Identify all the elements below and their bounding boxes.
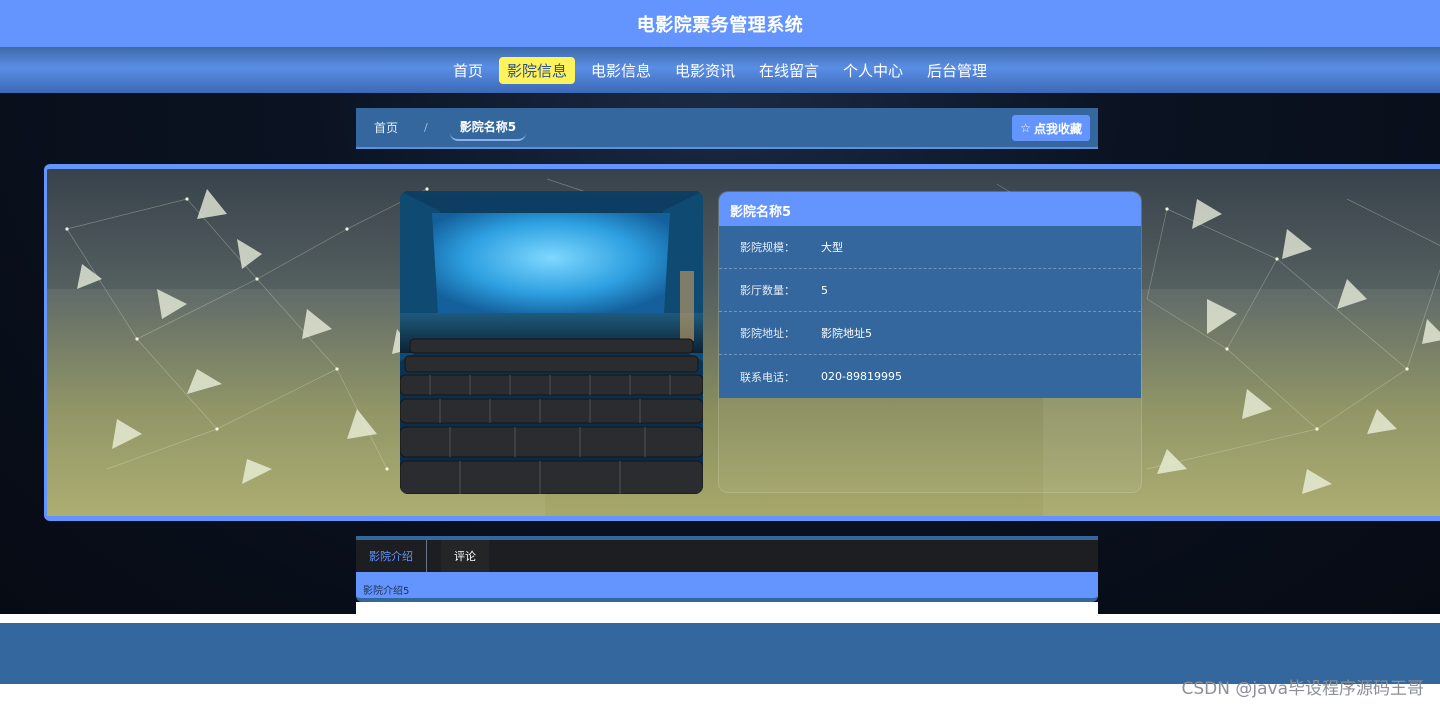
- scale-label: 影院规模：: [740, 241, 795, 254]
- breadcrumb: 首页 / 影院名称5 ☆ 点我收藏: [356, 108, 1098, 149]
- nav-item-personal-center[interactable]: 个人中心: [835, 57, 911, 84]
- address-label: 影院地址：: [740, 327, 795, 340]
- info-row-hall-count: 影厅数量： 5: [719, 269, 1141, 312]
- tab-content-bottom: [356, 602, 1098, 614]
- nav-item-home[interactable]: 首页: [445, 57, 491, 84]
- tab-comments[interactable]: 评论: [441, 540, 489, 572]
- watermark: CSDN @java毕设程序源码王哥: [1181, 679, 1425, 699]
- favorite-label: 点我收藏: [1033, 121, 1082, 136]
- info-row-scale: 影院规模： 大型: [719, 226, 1141, 269]
- favorite-button[interactable]: ☆ 点我收藏: [1012, 115, 1090, 141]
- address-value: 影院地址5: [821, 327, 872, 340]
- tab-content: 影院介绍5: [356, 572, 1098, 602]
- nav-item-admin[interactable]: 后台管理: [919, 57, 995, 84]
- scale-value: 大型: [821, 241, 843, 254]
- nav-item-movie-info[interactable]: 电影信息: [583, 57, 659, 84]
- site-title: 电影院票务管理系统: [636, 14, 804, 36]
- top-header: 电影院票务管理系统: [0, 0, 1440, 47]
- nav-item-online-message[interactable]: 在线留言: [751, 57, 827, 84]
- breadcrumb-current: 影院名称5: [449, 114, 527, 141]
- cinema-image: [400, 191, 703, 494]
- hall-count-label: 影厅数量：: [740, 284, 795, 297]
- breadcrumb-home[interactable]: 首页: [374, 119, 398, 136]
- info-row-phone: 联系电话： 020-89819995: [719, 355, 1141, 398]
- phone-label: 联系电话：: [740, 370, 795, 384]
- detail-tabs: 影院介绍 评论 影院介绍5: [356, 536, 1098, 614]
- cinema-name-heading: 影院名称5: [719, 192, 1141, 226]
- main-nav: 首页 影院信息 电影信息 电影资讯 在线留言 个人中心 后台管理: [0, 47, 1440, 93]
- phone-value: 020-89819995: [821, 370, 902, 383]
- nav-item-cinema-info[interactable]: 影院信息: [498, 56, 575, 84]
- tab-cinema-intro[interactable]: 影院介绍: [356, 540, 427, 572]
- star-icon: ☆: [1020, 121, 1031, 135]
- hall-count-value: 5: [821, 283, 828, 297]
- breadcrumb-separator: /: [424, 121, 428, 134]
- tab-strip: 影院介绍 评论: [356, 536, 1098, 572]
- cinema-info-card: 影院名称5 影院规模： 大型 影厅数量： 5 影院地址： 影院地址5 联系电话：…: [718, 191, 1142, 493]
- info-row-address: 影院地址： 影院地址5: [719, 312, 1141, 355]
- nav-item-movie-news[interactable]: 电影资讯: [667, 57, 743, 84]
